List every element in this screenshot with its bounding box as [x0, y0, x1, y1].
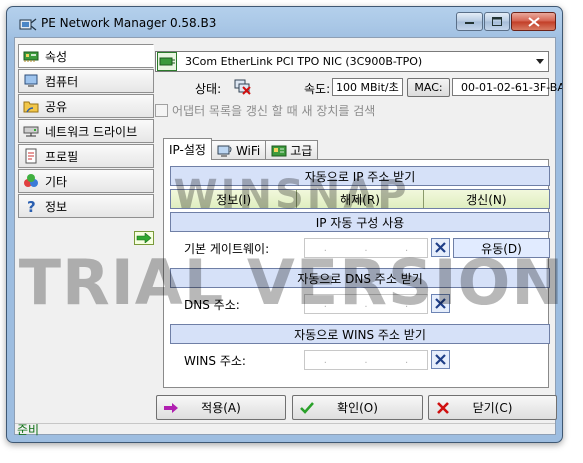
tab-strip: IP-설정 WiFi 고급: [163, 138, 319, 160]
sidebar-item-label: 공유: [45, 99, 68, 114]
computer-icon: [24, 74, 38, 87]
tab-label: WiFi: [235, 143, 261, 158]
main-panel: 3Com EtherLink PCI TPO NIC (3C900B-TPO) …: [155, 44, 562, 388]
sidebar-item-info[interactable]: ? 정보: [18, 194, 154, 218]
ip-settings-panel: 자동으로 IP 주소 받기 정보(I) 해제(R) 갱신(N) IP 자동 구성…: [163, 159, 550, 388]
dns-label: DNS 주소:: [184, 298, 240, 312]
clear-dns-button[interactable]: [431, 294, 450, 313]
svg-text:?: ?: [27, 198, 36, 214]
chevron-down-icon: [532, 52, 548, 71]
tab-wifi[interactable]: WiFi: [210, 140, 267, 160]
network-drive-icon: [23, 126, 39, 137]
gateway-field[interactable]: ...: [304, 238, 428, 258]
close-window-button[interactable]: [511, 12, 556, 31]
close-icon: [437, 402, 449, 414]
other-icon: [24, 174, 38, 187]
auto-wins-toggle[interactable]: 자동으로 WINS 주소 받기: [170, 324, 550, 344]
sidebar-item-label: 속성: [45, 49, 68, 64]
sidebar-item-label: 컴퓨터: [45, 74, 79, 89]
profile-icon: [25, 148, 37, 164]
help-icon: ?: [27, 198, 36, 214]
checkmark-icon: [300, 402, 314, 414]
use-autoconfig-toggle[interactable]: IP 자동 구성 사용: [170, 212, 550, 232]
refresh-checkbox[interactable]: [155, 104, 168, 117]
sidebar-item-label: 네트워크 드라이브: [45, 124, 138, 139]
info-button[interactable]: 정보(I): [171, 190, 298, 208]
app-window: PE Network Manager 0.58.B3 속성 컴퓨터 공유 네트워…: [6, 6, 563, 443]
sidebar: 속성 컴퓨터 공유 네트워크 드라이브 프로필 기타 ? 정보: [18, 44, 154, 245]
tab-advanced[interactable]: 고급: [265, 140, 319, 160]
client-area: 속성 컴퓨터 공유 네트워크 드라이브 프로필 기타 ? 정보 3Com Eth…: [14, 37, 562, 437]
sidebar-item-label: 프로필: [45, 149, 79, 164]
adapter-select[interactable]: 3Com EtherLink PCI TPO NIC (3C900B-TPO): [155, 51, 549, 72]
ok-button[interactable]: 확인(O): [292, 395, 423, 420]
close-button[interactable]: 닫기(C): [428, 395, 557, 420]
release-button[interactable]: 해제(R): [297, 190, 424, 208]
speed-value: 100 MBit/초: [332, 78, 403, 96]
tab-label: IP-설정: [169, 143, 206, 157]
nic-card-icon: [157, 52, 177, 71]
sidebar-item-label: 기타: [45, 174, 68, 189]
window-title: PE Network Manager 0.58.B3: [41, 16, 217, 30]
speed-label: 속도:: [304, 82, 331, 96]
auto-dns-toggle[interactable]: 자동으로 DNS 주소 받기: [170, 268, 550, 288]
wins-label: WINS 주소:: [184, 354, 246, 368]
title-bar[interactable]: PE Network Manager 0.58.B3: [7, 7, 562, 37]
collapse-sidebar-button[interactable]: [134, 231, 154, 245]
arrow-right-icon: [164, 403, 178, 413]
mac-value: 00-01-02-61-3F-BA: [452, 78, 562, 96]
close-icon: [435, 298, 446, 309]
close-icon: [435, 354, 446, 365]
mac-button[interactable]: MAC:: [407, 78, 450, 97]
minimize-icon: [464, 21, 474, 24]
clear-wins-button[interactable]: [431, 350, 450, 369]
close-icon: [435, 242, 446, 253]
gateway-label: 기본 게이트웨이:: [184, 242, 270, 256]
wifi-icon: [217, 145, 232, 156]
sidebar-item-profile[interactable]: 프로필: [18, 144, 154, 168]
adapter-name: 3Com EtherLink PCI TPO NIC (3C900B-TPO): [185, 55, 423, 68]
maximize-button[interactable]: [484, 12, 510, 31]
status-text: 준비: [17, 423, 40, 437]
status-label: 상태:: [195, 82, 222, 96]
status-bar: 준비: [15, 423, 555, 437]
wins-field[interactable]: ...: [304, 350, 428, 370]
minimize-button[interactable]: [456, 12, 483, 31]
maximize-icon: [491, 17, 502, 26]
sidebar-item-properties[interactable]: 속성: [18, 44, 154, 68]
tab-label: 고급: [290, 144, 313, 158]
sidebar-item-label: 정보: [45, 199, 68, 214]
apply-button[interactable]: 적용(A): [156, 395, 286, 420]
auto-ip-toggle[interactable]: 자동으로 IP 주소 받기: [170, 166, 550, 186]
clear-gateway-button[interactable]: [431, 238, 450, 257]
network-status-icon: [234, 79, 251, 95]
sidebar-item-network-drive[interactable]: 네트워크 드라이브: [18, 119, 154, 143]
arrow-right-icon: [136, 233, 152, 243]
refresh-checkbox-label: 어댑터 목록을 갱신 할 때 새 장치를 검색: [172, 104, 376, 118]
sidebar-item-computer[interactable]: 컴퓨터: [18, 69, 154, 93]
tab-ip-settings[interactable]: IP-설정: [163, 138, 212, 160]
dynamic-button[interactable]: 유동(D): [453, 238, 550, 258]
refresh-checkbox-row[interactable]: 어댑터 목록을 갱신 할 때 새 장치를 검색: [155, 102, 375, 119]
nic-card-icon: [23, 51, 39, 62]
sidebar-item-other[interactable]: 기타: [18, 169, 154, 193]
network-app-icon: [19, 18, 37, 31]
advanced-icon: [271, 145, 287, 156]
share-folder-icon: [23, 101, 39, 113]
renew-button[interactable]: 갱신(N): [424, 190, 549, 208]
dhcp-actions: 정보(I) 해제(R) 갱신(N): [170, 189, 550, 209]
close-icon: [527, 16, 540, 27]
dns-field[interactable]: ...: [304, 294, 428, 314]
sidebar-item-share[interactable]: 공유: [18, 94, 154, 118]
